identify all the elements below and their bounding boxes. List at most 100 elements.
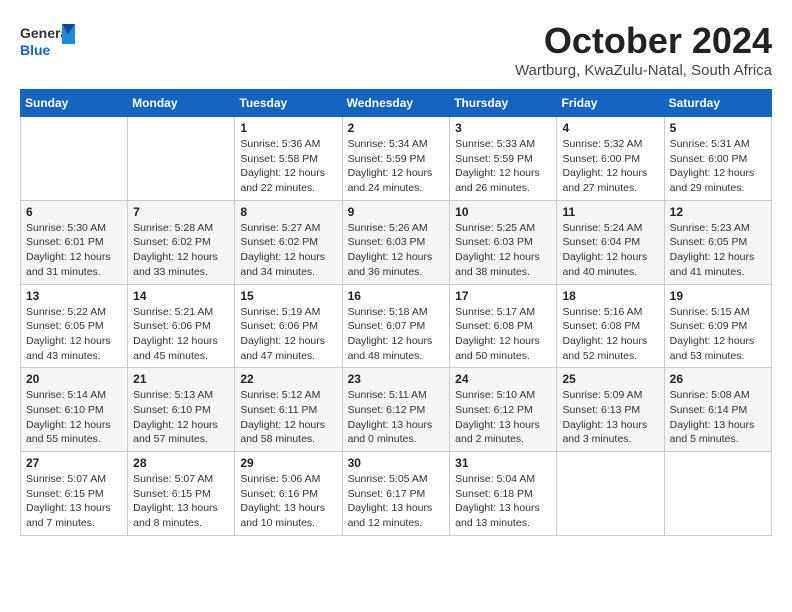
day-info: Sunrise: 5:26 AM Sunset: 6:03 PM Dayligh… [348,221,445,280]
day-info: Sunrise: 5:32 AM Sunset: 6:00 PM Dayligh… [562,137,658,196]
calendar-cell: 7 Sunrise: 5:28 AM Sunset: 6:02 PM Daylig… [128,200,235,284]
calendar-cell: 29 Sunrise: 5:06 AM Sunset: 6:16 PM Dayli… [235,452,342,536]
day-info: Sunrise: 5:14 AM Sunset: 6:10 PM Dayligh… [26,388,122,447]
weekday-header-thursday: Thursday [450,90,557,117]
calendar-cell: 17Sunrise: 5:17 AM Sunset: 6:08 PM Dayli… [450,284,557,368]
logo-icon: General Blue [20,20,75,65]
location: Wartburg, KwaZulu-Natal, South Africa [515,62,772,79]
calendar-cell: 19 Sunrise: 5:15 AM Sunset: 6:09 PM Dayli… [664,284,771,368]
calendar-cell: 16Sunrise: 5:18 AM Sunset: 6:07 PM Dayli… [342,284,450,368]
day-number: 9 [348,205,445,219]
calendar-cell: 6 Sunrise: 5:30 AM Sunset: 6:01 PM Daylig… [21,200,128,284]
day-number: 14 [133,289,229,303]
day-info: Sunrise: 5:09 AM Sunset: 6:13 PM Dayligh… [562,388,658,447]
calendar-cell: 22 Sunrise: 5:12 AM Sunset: 6:11 PM Dayli… [235,368,342,452]
calendar-cell [21,117,128,201]
day-number: 10 [455,205,551,219]
day-info: Sunrise: 5:05 AM Sunset: 6:17 PM Dayligh… [348,472,445,531]
day-info: Sunrise: 5:33 AM Sunset: 5:59 PM Dayligh… [455,137,551,196]
day-number: 28 [133,456,229,470]
calendar-cell: 5 Sunrise: 5:31 AM Sunset: 6:00 PM Daylig… [664,117,771,201]
day-info: Sunrise: 5:23 AM Sunset: 6:05 PM Dayligh… [670,221,766,280]
calendar-cell: 11 Sunrise: 5:24 AM Sunset: 6:04 PM Dayli… [557,200,664,284]
day-info: Sunrise: 5:07 AM Sunset: 6:15 PM Dayligh… [26,472,122,531]
day-info: Sunrise: 5:36 AM Sunset: 5:58 PM Dayligh… [240,137,336,196]
calendar-cell: 15Sunrise: 5:19 AM Sunset: 6:06 PM Dayli… [235,284,342,368]
month-title: October 2024 [515,20,772,62]
calendar-cell: 31Sunrise: 5:04 AM Sunset: 6:18 PM Dayli… [450,452,557,536]
calendar-cell: 30 Sunrise: 5:05 AM Sunset: 6:17 PM Dayli… [342,452,450,536]
day-number: 11 [562,205,658,219]
calendar-cell: 4 Sunrise: 5:32 AM Sunset: 6:00 PM Daylig… [557,117,664,201]
day-number: 30 [348,456,445,470]
day-number: 5 [670,121,766,135]
day-info: Sunrise: 5:06 AM Sunset: 6:16 PM Dayligh… [240,472,336,531]
weekday-header-tuesday: Tuesday [235,90,342,117]
calendar-cell: 1 Sunrise: 5:36 AM Sunset: 5:58 PM Daylig… [235,117,342,201]
day-number: 27 [26,456,122,470]
calendar-cell: 25Sunrise: 5:09 AM Sunset: 6:13 PM Dayli… [557,368,664,452]
day-info: Sunrise: 5:28 AM Sunset: 6:02 PM Dayligh… [133,221,229,280]
calendar-cell: 3 Sunrise: 5:33 AM Sunset: 5:59 PM Daylig… [450,117,557,201]
day-info: Sunrise: 5:04 AM Sunset: 6:18 PM Dayligh… [455,472,551,531]
day-number: 21 [133,372,229,386]
calendar-week-5: 27 Sunrise: 5:07 AM Sunset: 6:15 PM Dayli… [21,452,772,536]
day-info: Sunrise: 5:24 AM Sunset: 6:04 PM Dayligh… [562,221,658,280]
day-number: 8 [240,205,336,219]
day-number: 13 [26,289,122,303]
day-info: Sunrise: 5:19 AM Sunset: 6:06 PM Dayligh… [240,305,336,364]
weekday-header-friday: Friday [557,90,664,117]
calendar-cell: 23 Sunrise: 5:11 AM Sunset: 6:12 PM Dayli… [342,368,450,452]
calendar-cell: 28Sunrise: 5:07 AM Sunset: 6:15 PM Dayli… [128,452,235,536]
day-info: Sunrise: 5:22 AM Sunset: 6:05 PM Dayligh… [26,305,122,364]
day-number: 7 [133,205,229,219]
calendar-week-1: 1 Sunrise: 5:36 AM Sunset: 5:58 PM Daylig… [21,117,772,201]
calendar-header-row: SundayMondayTuesdayWednesdayThursdayFrid… [21,90,772,117]
calendar-week-3: 13 Sunrise: 5:22 AM Sunset: 6:05 PM Dayli… [21,284,772,368]
calendar-cell: 26 Sunrise: 5:08 AM Sunset: 6:14 PM Dayli… [664,368,771,452]
day-number: 12 [670,205,766,219]
weekday-header-wednesday: Wednesday [342,90,450,117]
weekday-header-saturday: Saturday [664,90,771,117]
day-info: Sunrise: 5:15 AM Sunset: 6:09 PM Dayligh… [670,305,766,364]
day-info: Sunrise: 5:12 AM Sunset: 6:11 PM Dayligh… [240,388,336,447]
calendar-cell: 12 Sunrise: 5:23 AM Sunset: 6:05 PM Dayli… [664,200,771,284]
calendar-week-4: 20 Sunrise: 5:14 AM Sunset: 6:10 PM Dayli… [21,368,772,452]
day-number: 17 [455,289,551,303]
calendar-cell [128,117,235,201]
calendar-cell: 2Sunrise: 5:34 AM Sunset: 5:59 PM Daylig… [342,117,450,201]
calendar-cell: 27 Sunrise: 5:07 AM Sunset: 6:15 PM Dayli… [21,452,128,536]
day-info: Sunrise: 5:10 AM Sunset: 6:12 PM Dayligh… [455,388,551,447]
title-area: October 2024 Wartburg, KwaZulu-Natal, So… [515,20,772,79]
day-number: 19 [670,289,766,303]
day-number: 16 [348,289,445,303]
day-number: 29 [240,456,336,470]
logo: General Blue [20,20,75,70]
calendar-cell [664,452,771,536]
svg-text:Blue: Blue [20,42,51,58]
day-number: 1 [240,121,336,135]
calendar-cell [557,452,664,536]
calendar-table: SundayMondayTuesdayWednesdayThursdayFrid… [20,89,772,536]
calendar-cell: 20 Sunrise: 5:14 AM Sunset: 6:10 PM Dayli… [21,368,128,452]
calendar-cell: 9 Sunrise: 5:26 AM Sunset: 6:03 PM Daylig… [342,200,450,284]
day-number: 22 [240,372,336,386]
day-number: 4 [562,121,658,135]
calendar-cell: 10 Sunrise: 5:25 AM Sunset: 6:03 PM Dayli… [450,200,557,284]
day-number: 23 [348,372,445,386]
day-info: Sunrise: 5:34 AM Sunset: 5:59 PM Dayligh… [348,137,445,196]
day-number: 18 [562,289,658,303]
day-info: Sunrise: 5:16 AM Sunset: 6:08 PM Dayligh… [562,305,658,364]
day-info: Sunrise: 5:25 AM Sunset: 6:03 PM Dayligh… [455,221,551,280]
weekday-header-sunday: Sunday [21,90,128,117]
day-number: 3 [455,121,551,135]
day-info: Sunrise: 5:08 AM Sunset: 6:14 PM Dayligh… [670,388,766,447]
day-number: 6 [26,205,122,219]
day-number: 20 [26,372,122,386]
day-info: Sunrise: 5:11 AM Sunset: 6:12 PM Dayligh… [348,388,445,447]
day-info: Sunrise: 5:30 AM Sunset: 6:01 PM Dayligh… [26,221,122,280]
day-number: 26 [670,372,766,386]
calendar-week-2: 6 Sunrise: 5:30 AM Sunset: 6:01 PM Daylig… [21,200,772,284]
calendar-cell: 18 Sunrise: 5:16 AM Sunset: 6:08 PM Dayli… [557,284,664,368]
day-info: Sunrise: 5:31 AM Sunset: 6:00 PM Dayligh… [670,137,766,196]
